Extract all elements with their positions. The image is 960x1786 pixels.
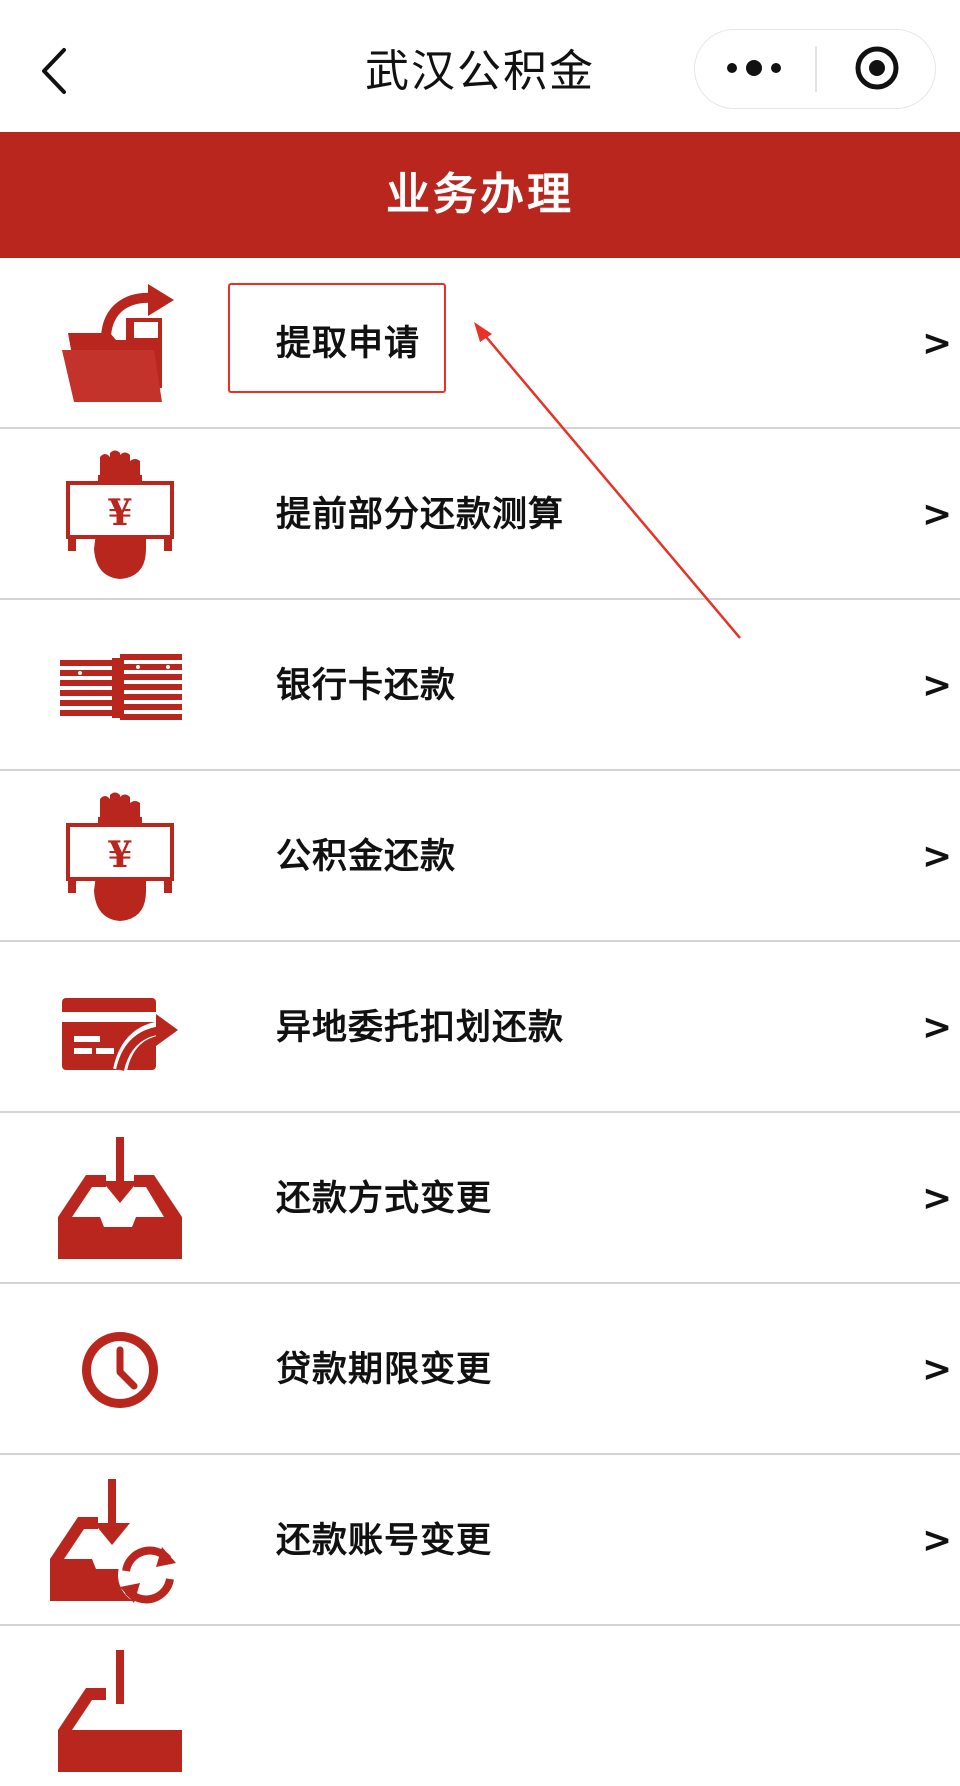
chevron-right-icon: > bbox=[922, 1007, 953, 1048]
top-navigation-bar: 武汉公积金 bbox=[0, 0, 960, 132]
hand-yen-icon: ¥ bbox=[50, 791, 190, 921]
close-miniprogram-button[interactable] bbox=[819, 30, 935, 107]
chevron-left-icon bbox=[42, 48, 66, 94]
list-item-label: 还款账号变更 bbox=[276, 1521, 493, 1561]
page-title: 武汉公积金 bbox=[365, 46, 595, 97]
list-item-label: 贷款期限变更 bbox=[276, 1350, 493, 1390]
list-item-partial[interactable] bbox=[0, 1626, 960, 1786]
cash-stack-icon bbox=[50, 620, 190, 750]
list-item-label: 还款方式变更 bbox=[276, 1179, 493, 1219]
annotation-highlight-box bbox=[228, 283, 446, 393]
section-title: 业务办理 bbox=[386, 169, 574, 220]
chevron-right-icon: > bbox=[922, 323, 953, 364]
list-item-label: 公积金还款 bbox=[276, 837, 457, 877]
chevron-right-icon: > bbox=[922, 1520, 953, 1561]
target-circle-icon bbox=[855, 46, 899, 90]
list-item-remote-deduction-repayment[interactable]: 异地委托扣划还款 > bbox=[0, 942, 960, 1113]
more-button[interactable] bbox=[695, 30, 813, 107]
list-item-repayment-method-change[interactable]: 还款方式变更 > bbox=[0, 1113, 960, 1284]
back-button[interactable] bbox=[30, 36, 82, 106]
hand-yen-icon: ¥ bbox=[50, 449, 190, 579]
folder-arrow-icon bbox=[50, 278, 190, 408]
chevron-right-icon: > bbox=[922, 1178, 953, 1219]
section-header: 业务办理 bbox=[0, 132, 960, 258]
list-item-label: 银行卡还款 bbox=[276, 666, 457, 706]
chevron-right-icon: > bbox=[922, 836, 953, 877]
list-item-provident-fund-repayment[interactable]: ¥ 公积金还款 > bbox=[0, 771, 960, 942]
chevron-right-icon: > bbox=[922, 1349, 953, 1390]
inbox-refresh-icon bbox=[50, 1475, 190, 1605]
chevron-right-icon: > bbox=[922, 494, 953, 535]
capsule-divider bbox=[815, 46, 817, 92]
list-item-label: 异地委托扣划还款 bbox=[276, 1008, 565, 1048]
svg-text:¥: ¥ bbox=[107, 492, 132, 534]
list-item-loan-term-change[interactable]: 贷款期限变更 > bbox=[0, 1284, 960, 1455]
chevron-right-icon: > bbox=[922, 665, 953, 706]
svg-text:¥: ¥ bbox=[107, 834, 132, 876]
clock-icon bbox=[50, 1304, 190, 1434]
list-item-repayment-account-change[interactable]: 还款账号变更 > bbox=[0, 1455, 960, 1626]
inbox-download-icon bbox=[50, 1646, 190, 1776]
more-dots-icon bbox=[727, 60, 781, 76]
card-transfer-icon bbox=[50, 962, 190, 1092]
mini-program-capsule bbox=[694, 29, 936, 109]
inbox-download-icon bbox=[50, 1133, 190, 1263]
annotation-arrow-icon bbox=[474, 322, 741, 639]
